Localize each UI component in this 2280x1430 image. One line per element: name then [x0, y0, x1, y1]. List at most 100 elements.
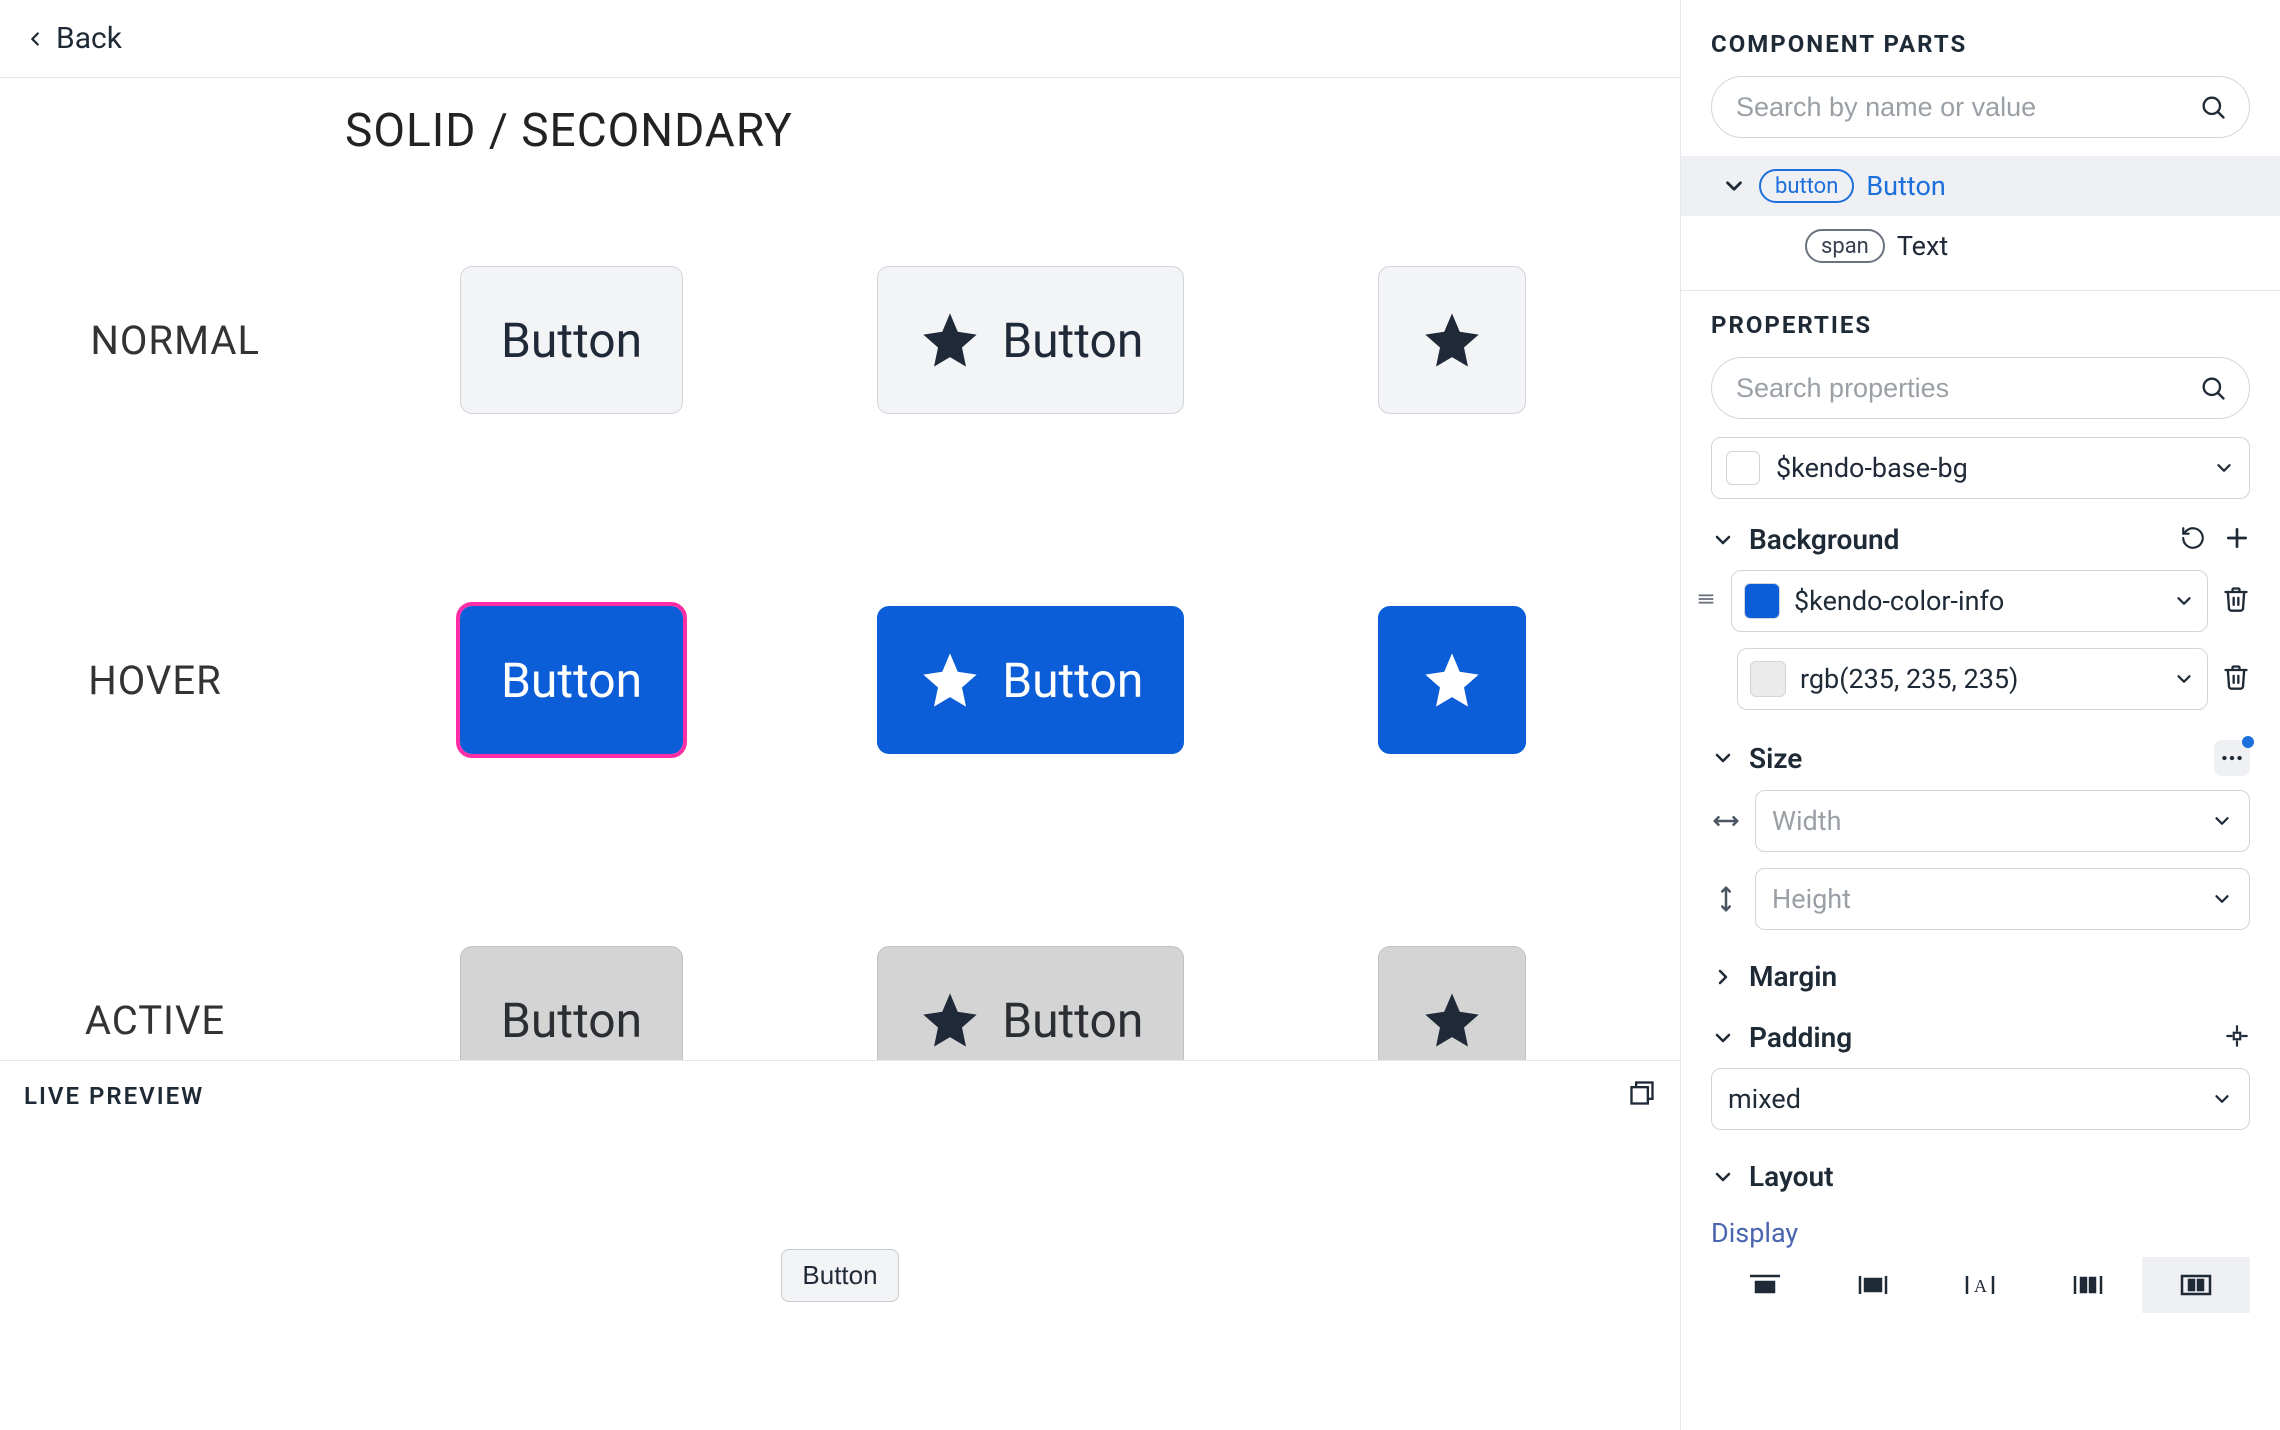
state-row-normal: NORMAL Button Button — [50, 170, 1680, 510]
chevron-down-icon — [1711, 1026, 1735, 1050]
grip-icon — [1695, 588, 1717, 610]
button-specimen-active-icon-text[interactable]: Button — [877, 946, 1184, 1060]
chevron-down-icon — [2211, 1088, 2233, 1110]
parts-search-input[interactable] — [1734, 91, 2199, 124]
base-bg-token-field[interactable]: $kendo-base-bg — [1711, 437, 2250, 499]
button-label: Button — [1002, 312, 1143, 369]
canvas[interactable]: SOLID / SECONDARY NORMAL Button Button — [0, 78, 1680, 1060]
chevron-down-icon — [2211, 810, 2233, 832]
background-heading: Background — [1749, 523, 1899, 556]
button-specimen-hover-icon-text[interactable]: Button — [877, 606, 1184, 754]
padding-heading: Padding — [1749, 1021, 1852, 1054]
button-specimen-hover-icon[interactable] — [1378, 606, 1526, 754]
back-label: Back — [56, 21, 122, 56]
chevron-down-icon — [2213, 457, 2235, 479]
layout-header[interactable]: Layout — [1681, 1136, 2280, 1197]
button-specimen-normal-text[interactable]: Button — [460, 266, 683, 414]
star-icon — [918, 648, 982, 712]
tag-pill-span: span — [1805, 229, 1885, 263]
tree-node-button[interactable]: button Button — [1681, 156, 2280, 216]
height-row: Height — [1681, 858, 2280, 936]
button-specimen-active-text[interactable]: Button — [460, 946, 683, 1060]
tree-node-label: Button — [1866, 170, 1945, 202]
display-option-inline[interactable]: A — [1927, 1257, 2035, 1313]
parts-search[interactable] — [1711, 76, 2250, 138]
tree-node-label: Text — [1897, 230, 1948, 262]
svg-text:A: A — [1974, 1276, 1987, 1296]
search-icon — [2199, 374, 2227, 402]
width-row: Width — [1681, 780, 2280, 858]
separate-sides-icon — [2224, 1023, 2250, 1049]
padding-value: mixed — [1728, 1083, 1801, 1115]
background-field-1[interactable]: rgb(235, 235, 235) — [1737, 648, 2208, 710]
star-icon — [1420, 648, 1484, 712]
more-icon — [2219, 745, 2245, 771]
live-preview-panel: LIVE PREVIEW Button — [0, 1060, 1680, 1430]
live-preview-button[interactable]: Button — [781, 1249, 898, 1302]
height-field[interactable]: Height — [1755, 868, 2250, 930]
properties-search[interactable] — [1711, 357, 2250, 419]
height-placeholder: Height — [1772, 883, 1851, 915]
button-label: Button — [1002, 992, 1143, 1049]
arrows-horizontal-icon — [1711, 806, 1741, 836]
color-swatch — [1744, 583, 1780, 619]
display-option-flex[interactable] — [2034, 1257, 2142, 1313]
drag-handle[interactable] — [1695, 588, 1717, 614]
padding-field[interactable]: mixed — [1711, 1068, 2250, 1130]
properties-search-input[interactable] — [1734, 372, 2199, 405]
display-option-block[interactable] — [1711, 1257, 1819, 1313]
chevron-down-icon — [2211, 888, 2233, 910]
color-swatch — [1726, 451, 1760, 485]
tag-pill-button: button — [1759, 169, 1854, 203]
button-label: Button — [501, 992, 642, 1049]
state-label-hover: HOVER — [50, 657, 260, 704]
size-more-button[interactable] — [2214, 740, 2250, 776]
plus-icon — [2224, 525, 2250, 551]
back-button[interactable]: Back — [24, 21, 122, 56]
chevron-down-icon — [1711, 528, 1735, 552]
width-field[interactable]: Width — [1755, 790, 2250, 852]
chevron-down-icon — [1711, 1165, 1735, 1189]
live-preview-title: LIVE PREVIEW — [24, 1082, 204, 1110]
component-parts-title: COMPONENT PARTS — [1681, 0, 2280, 76]
padding-header[interactable]: Padding — [1681, 997, 2280, 1058]
background-reset-button[interactable] — [2180, 525, 2206, 555]
background-value-1: rgb(235, 235, 235) — [1800, 663, 2018, 695]
star-icon — [918, 308, 982, 372]
button-specimen-active-icon[interactable] — [1378, 946, 1526, 1060]
button-label: Button — [1002, 652, 1143, 709]
margin-header[interactable]: Margin — [1681, 936, 2280, 997]
display-option-inline-block[interactable] — [1819, 1257, 1927, 1313]
undo-icon — [2180, 525, 2206, 551]
size-heading: Size — [1749, 742, 1802, 775]
parts-tree: button Button span Text — [1681, 156, 2280, 276]
display-option-inline-flex[interactable] — [2142, 1257, 2250, 1313]
layout-heading: Layout — [1749, 1160, 1834, 1193]
margin-heading: Margin — [1749, 960, 1837, 993]
live-preview-button-label: Button — [802, 1260, 877, 1290]
restore-window-button[interactable] — [1628, 1079, 1656, 1113]
base-bg-token-label: $kendo-base-bg — [1776, 452, 1968, 484]
width-placeholder: Width — [1772, 805, 1841, 837]
chevron-down-icon — [1711, 746, 1735, 770]
padding-separate-button[interactable] — [2224, 1023, 2250, 1053]
tree-node-text[interactable]: span Text — [1681, 216, 2280, 276]
background-delete-0[interactable] — [2222, 585, 2250, 617]
background-field-0[interactable]: $kendo-color-info — [1731, 570, 2208, 632]
background-add-button[interactable] — [2224, 525, 2250, 555]
star-icon — [1420, 308, 1484, 372]
state-label-active: ACTIVE — [50, 997, 260, 1044]
button-specimen-normal-icon[interactable] — [1378, 266, 1526, 414]
background-delete-1[interactable] — [2222, 663, 2250, 695]
display-inline-flex-icon — [2179, 1272, 2213, 1298]
chevron-right-icon — [1711, 965, 1735, 989]
button-specimen-normal-icon-text[interactable]: Button — [877, 266, 1184, 414]
chevron-down-icon — [2173, 590, 2195, 612]
indicator-dot — [2242, 736, 2254, 748]
workspace: SOLID / SECONDARY NORMAL Button Button — [0, 78, 1680, 1430]
background-header[interactable]: Background — [1681, 499, 2280, 560]
button-specimen-hover-text[interactable]: Button — [460, 606, 683, 754]
canvas-title: SOLID / SECONDARY — [50, 78, 1680, 170]
size-header[interactable]: Size — [1681, 716, 2280, 780]
arrows-vertical-icon — [1711, 884, 1741, 914]
